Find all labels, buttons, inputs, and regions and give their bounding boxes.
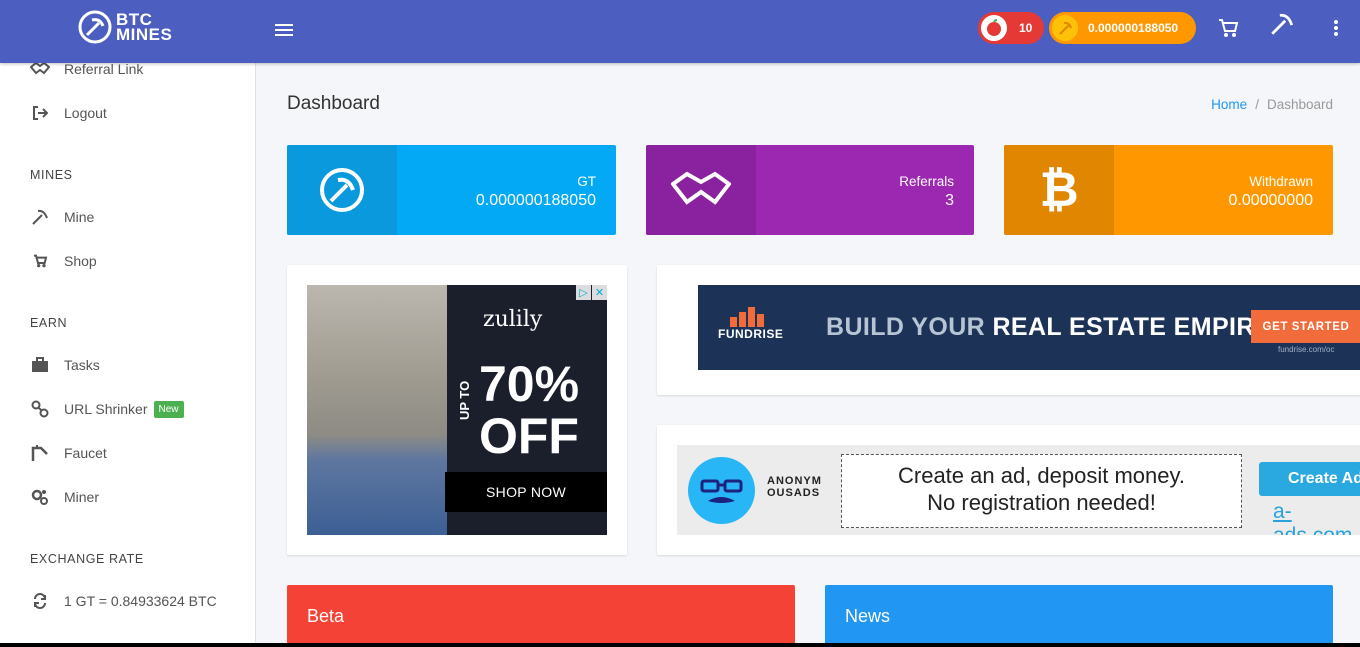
breadcrumb-current: Dashboard — [1266, 97, 1333, 112]
exchange-rate: 1 GT = 0.84933624 BTC — [30, 589, 217, 613]
pickaxe-icon — [30, 207, 50, 227]
breadcrumb-separator: / — [1255, 97, 1259, 112]
pickaxe-circle-icon — [287, 145, 397, 235]
fundrise-get-started-button[interactable]: GET STARTED — [1251, 310, 1360, 343]
aads-url-link[interactable]: a-ads.com — [1273, 500, 1360, 535]
breadcrumb: Home / Dashboard — [1211, 97, 1333, 112]
stat-referrals-value: 3 — [945, 192, 954, 209]
sidebar: Referral Link Logout MINES Mine Shop EAR… — [0, 61, 256, 643]
aads-create-ad-button[interactable]: Create Ad — [1259, 462, 1360, 496]
section-exchange-rate-heading: EXCHANGE RATE — [30, 552, 144, 566]
energy-pill[interactable]: 10 — [978, 12, 1044, 44]
page-title: Dashboard — [287, 93, 380, 114]
aads-message: Create an ad, deposit money. No registra… — [841, 454, 1242, 528]
sidebar-item-logout[interactable]: Logout — [30, 101, 107, 125]
pickaxe-logo-icon — [78, 10, 112, 44]
adchoices-icon[interactable]: ▷ — [576, 285, 591, 300]
briefcase-icon — [30, 355, 50, 375]
sidebar-item-miner[interactable]: Miner — [30, 485, 99, 509]
fundrise-headline: BUILD YOUR REAL ESTATE EMPIRE. — [826, 313, 1280, 341]
stat-card-gt: GT 0.000000188050 — [287, 145, 616, 235]
sidebar-item-faucet[interactable]: Faucet — [30, 441, 107, 465]
zulily-off: OFF — [479, 408, 579, 464]
stat-withdrawn-value: 0.00000000 — [1228, 192, 1313, 209]
adchoices[interactable]: ▷ ✕ — [575, 285, 607, 300]
more-vert-icon[interactable] — [1324, 16, 1348, 40]
section-earn-heading: EARN — [30, 316, 68, 330]
breadcrumb-home-link[interactable]: Home — [1211, 97, 1247, 112]
energy-value: 10 — [1019, 21, 1033, 35]
app-window: BTC MINES 10 0.000000188050 Referral Lin… — [0, 0, 1360, 643]
cart-icon[interactable] — [1216, 16, 1240, 40]
fundrise-url: fundrise.com/oc — [1278, 345, 1335, 354]
zulily-upto: UP TO — [457, 380, 472, 420]
fundrise-logo-text: FUNDRISE — [718, 327, 784, 341]
fundrise-logo-icon — [730, 307, 764, 327]
section-mines-heading: MINES — [30, 168, 73, 182]
bitcoin-icon: ₿ — [1004, 145, 1114, 235]
zulily-percent: 70% — [479, 356, 580, 412]
new-badge: New — [153, 400, 184, 418]
zulily-logo: zulily — [483, 307, 543, 332]
cart-icon — [30, 251, 50, 271]
sidebar-item-tasks[interactable]: Tasks — [30, 353, 100, 377]
model-photo — [307, 285, 447, 535]
logout-icon — [30, 103, 50, 123]
link-icon — [30, 399, 50, 419]
logo[interactable]: BTC MINES — [78, 10, 172, 44]
pickaxe-icon[interactable] — [1269, 11, 1295, 37]
stat-gt-label: GT — [577, 174, 596, 189]
gears-icon — [30, 487, 50, 507]
zulily-shop-button[interactable]: SHOP NOW — [445, 472, 607, 512]
balance-pill[interactable]: 0.000000188050 — [1049, 12, 1196, 44]
logo-text: BTC MINES — [116, 10, 173, 44]
beta-panel-header: Beta — [287, 585, 795, 643]
hamburger-menu-icon[interactable] — [272, 18, 296, 42]
sidebar-item-mine[interactable]: Mine — [30, 205, 94, 229]
sidebar-item-url-shrinker[interactable]: URL Shrinker New — [30, 397, 184, 421]
apple-icon — [979, 13, 1009, 43]
faucet-icon — [30, 443, 50, 463]
close-ad-icon[interactable]: ✕ — [592, 285, 607, 300]
top-bar: BTC MINES 10 0.000000188050 — [0, 0, 1360, 63]
stat-referrals-label: Referrals — [899, 174, 954, 189]
zulily-ad-banner[interactable]: zulily UP TO 70% OFF SHOP NOW ▷ ✕ — [307, 285, 607, 535]
refresh-icon — [30, 591, 50, 611]
pickaxe-coin-icon — [1050, 13, 1080, 43]
stat-card-withdrawn: ₿ Withdrawn 0.00000000 — [1004, 145, 1333, 235]
news-panel-header: News — [825, 585, 1333, 643]
fundrise-ad-banner[interactable]: FUNDRISE BUILD YOUR REAL ESTATE EMPIRE. … — [698, 285, 1360, 370]
anonymous-mask-icon — [688, 457, 755, 524]
sidebar-item-shop[interactable]: Shop — [30, 249, 97, 273]
stat-withdrawn-label: Withdrawn — [1249, 174, 1313, 189]
balance-value: 0.000000188050 — [1088, 21, 1179, 35]
handshake-icon — [646, 145, 756, 235]
stat-gt-value: 0.000000188050 — [475, 192, 596, 209]
stat-card-referrals: Referrals 3 — [646, 145, 974, 235]
aads-ad-banner[interactable]: ANONYM OUSADS Create an ad, deposit mone… — [677, 445, 1360, 535]
aads-brand: ANONYM OUSADS — [767, 475, 822, 499]
